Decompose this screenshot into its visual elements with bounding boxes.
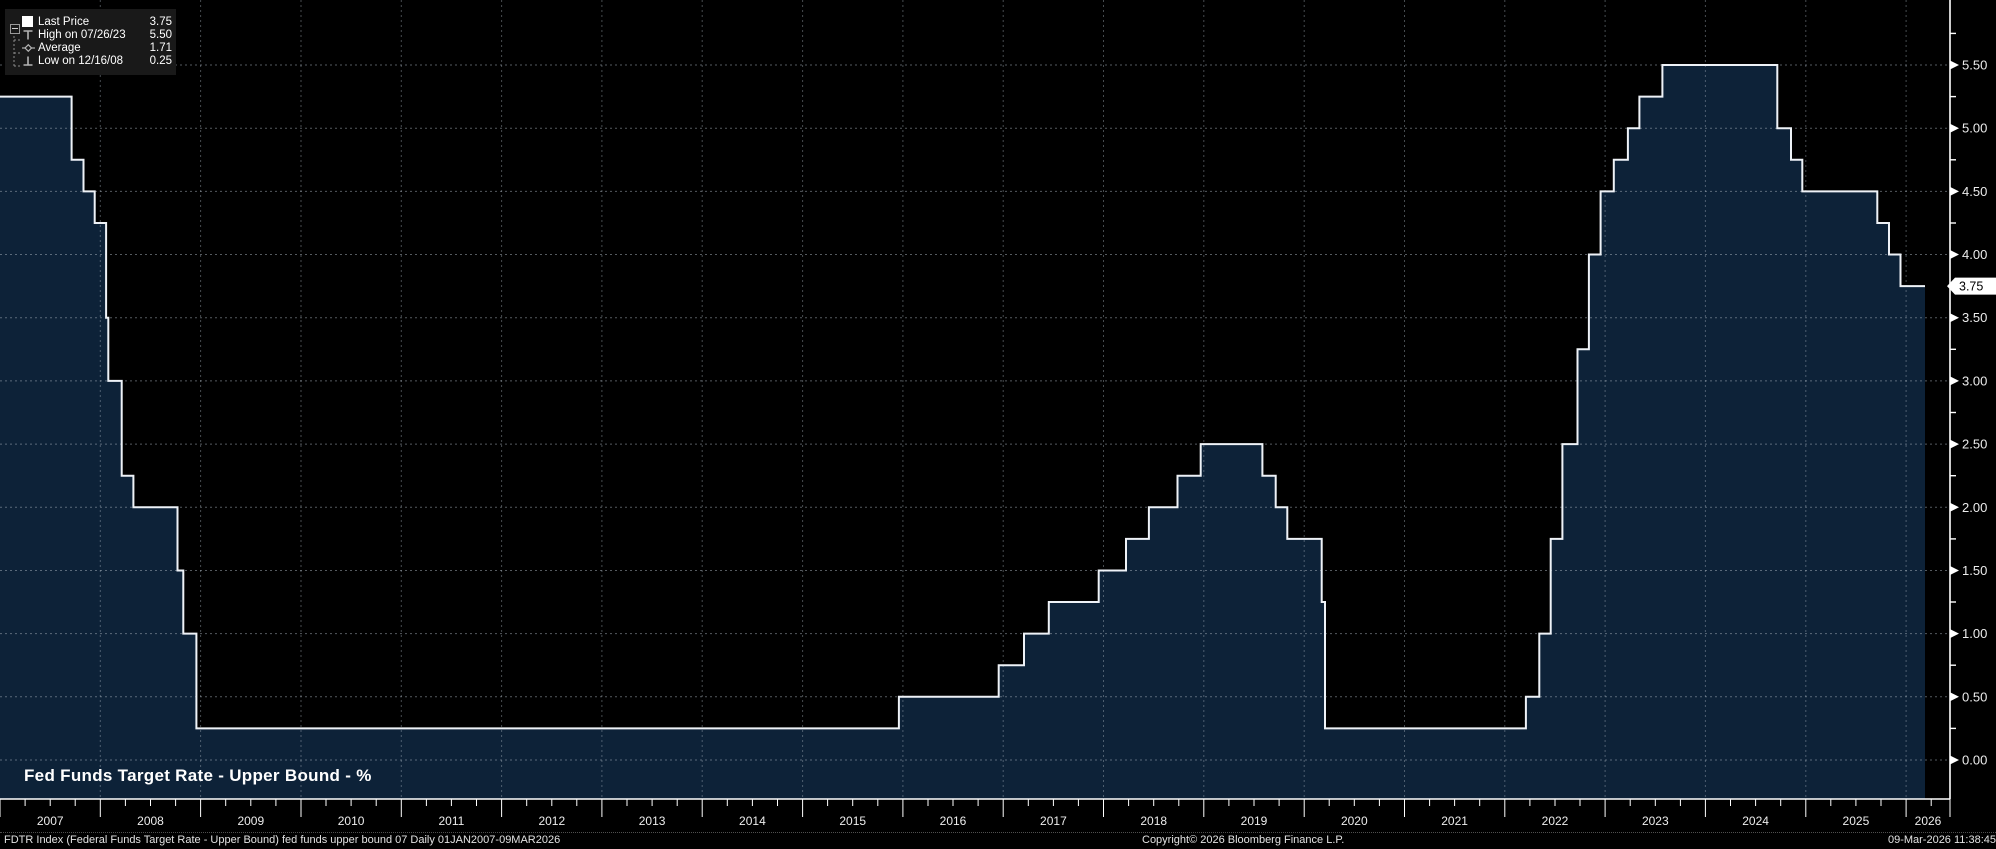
average-marker-icon xyxy=(22,42,38,54)
svg-text:2018: 2018 xyxy=(1140,814,1167,828)
svg-text:5.50: 5.50 xyxy=(1962,58,1987,73)
svg-text:2026: 2026 xyxy=(1915,814,1942,828)
last-price-tag: 3.75 xyxy=(1947,278,1996,295)
status-bar: FDTR Index (Federal Funds Target Rate - … xyxy=(0,832,1996,849)
legend-row-average[interactable]: Average 1.71 xyxy=(22,41,172,54)
svg-text:2010: 2010 xyxy=(338,814,365,828)
svg-text:2021: 2021 xyxy=(1441,814,1468,828)
legend-row-last-price[interactable]: Last Price 3.75 xyxy=(22,15,172,28)
legend-label: High on 07/26/23 xyxy=(38,29,150,41)
timestamp: 09-Mar-2026 11:38:45 xyxy=(1888,834,1996,846)
legend-value: 3.75 xyxy=(150,16,172,28)
svg-text:2020: 2020 xyxy=(1341,814,1368,828)
legend-label: Average xyxy=(38,42,150,54)
svg-text:2011: 2011 xyxy=(438,814,464,828)
legend-value: 1.71 xyxy=(150,42,172,54)
legend-label: Last Price xyxy=(38,16,150,28)
svg-text:2014: 2014 xyxy=(739,814,766,828)
legend-row-high[interactable]: High on 07/26/23 5.50 xyxy=(22,28,172,41)
svg-text:1.50: 1.50 xyxy=(1962,563,1987,578)
svg-text:4.50: 4.50 xyxy=(1962,184,1987,199)
svg-text:2023: 2023 xyxy=(1642,814,1669,828)
low-marker-icon xyxy=(22,55,38,67)
svg-text:2019: 2019 xyxy=(1241,814,1268,828)
svg-text:2015: 2015 xyxy=(839,814,866,828)
legend-collapse-icon[interactable] xyxy=(10,24,20,34)
legend-row-low[interactable]: Low on 12/16/08 0.25 xyxy=(22,54,172,67)
svg-text:5.00: 5.00 xyxy=(1962,121,1987,136)
svg-text:2.00: 2.00 xyxy=(1962,500,1987,515)
svg-text:2024: 2024 xyxy=(1742,814,1769,828)
chart-title: Fed Funds Target Rate - Upper Bound - % xyxy=(24,766,372,786)
last-price-square-icon xyxy=(22,16,38,27)
chart-canvas[interactable]: 2007 2008 2009 2010 2011 2012 2013 2014 2015 2016… xyxy=(0,0,1996,849)
svg-text:2022: 2022 xyxy=(1542,814,1569,828)
svg-text:2016: 2016 xyxy=(940,814,967,828)
bloomberg-chart-window: 2007 2008 2009 2010 2011 2012 2013 2014 2015 2016… xyxy=(0,0,1996,849)
security-description: FDTR Index (Federal Funds Target Rate - … xyxy=(4,834,560,846)
legend-value: 5.50 xyxy=(150,29,172,41)
svg-text:3.75: 3.75 xyxy=(1959,280,1983,294)
chart-legend: Last Price 3.75 High on 07/26/23 5.50 Av… xyxy=(5,9,176,75)
svg-text:3.00: 3.00 xyxy=(1962,373,1987,388)
svg-text:2009: 2009 xyxy=(237,814,264,828)
legend-value: 0.25 xyxy=(150,55,172,67)
plot-area[interactable] xyxy=(0,0,1950,799)
svg-text:1.00: 1.00 xyxy=(1962,626,1987,641)
svg-text:2.50: 2.50 xyxy=(1962,437,1987,452)
svg-text:3.50: 3.50 xyxy=(1962,310,1987,325)
svg-text:2008: 2008 xyxy=(137,814,164,828)
svg-text:2012: 2012 xyxy=(538,814,565,828)
high-marker-icon xyxy=(22,29,38,41)
svg-text:0.00: 0.00 xyxy=(1962,753,1987,768)
svg-text:2017: 2017 xyxy=(1040,814,1067,828)
svg-text:4.00: 4.00 xyxy=(1962,247,1987,262)
svg-text:0.50: 0.50 xyxy=(1962,689,1987,704)
legend-label: Low on 12/16/08 xyxy=(38,55,150,67)
svg-text:2013: 2013 xyxy=(639,814,666,828)
svg-text:2025: 2025 xyxy=(1843,814,1870,828)
legend-tree-lines xyxy=(5,9,23,75)
copyright-notice: Copyright© 2026 Bloomberg Finance L.P. xyxy=(1142,834,1344,846)
svg-text:2007: 2007 xyxy=(37,814,64,828)
